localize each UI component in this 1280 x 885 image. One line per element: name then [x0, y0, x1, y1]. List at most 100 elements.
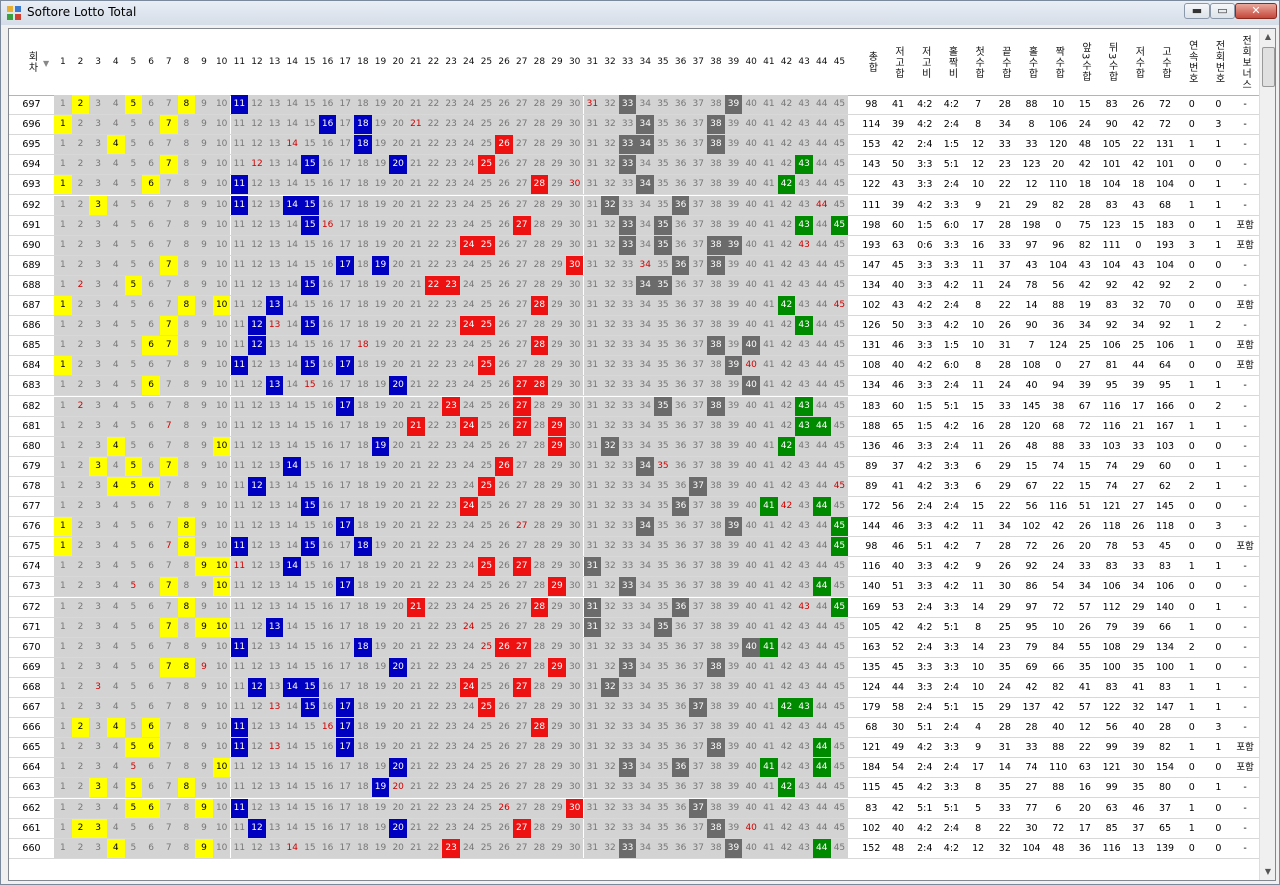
table-row[interactable]: 675 1 2 3 4 5 6 7 8 9 10 11 12 13 14 15 16 17 18 19 20 21 22 23…: [9, 537, 1259, 558]
table-row[interactable]: 660 1 2 3 4 5 6 7 8 9 10 11 12 13 14 15 16 17 18 19 20 21 22 23…: [9, 838, 1259, 859]
table-row[interactable]: 689 1 2 3 4 5 6 7 8 9 10 11 12 13 14 15 16 17 18 19 20 21 22 23…: [9, 255, 1259, 276]
table-row[interactable]: 662 1 2 3 4 5 6 7 8 9 10 11 12 13 14 15 16 17 18 19 20 21 22 23…: [9, 798, 1259, 819]
table-row[interactable]: 697 1 2 3 4 5 6 7 8 9 10 11 12 13 14 15 16 17 18 19 20 21 22 23…: [9, 95, 1259, 115]
table-row[interactable]: 681 1 2 3 4 5 6 7 8 9 10 11 12 13 14 15 16 17 18 19 20 21 22 23…: [9, 416, 1259, 437]
minimize-button[interactable]: ▬: [1184, 3, 1210, 19]
table-row[interactable]: 661 1 2 3 4 5 6 7 8 9 10 11 12 13 14 15 16 17 18 19 20 21 22 23…: [9, 818, 1259, 839]
header-stat[interactable]: 끝수합: [992, 29, 1019, 95]
header-number[interactable]: 32: [601, 29, 619, 95]
header-number[interactable]: 23: [442, 29, 460, 95]
header-number[interactable]: 39: [725, 29, 743, 95]
header-number[interactable]: 40: [742, 29, 760, 95]
table-row[interactable]: 680 1 2 3 4 5 6 7 8 9 10 11 12 13 14 15 16 17 18 19 20 21 22 23…: [9, 436, 1259, 457]
table-row[interactable]: 686 1 2 3 4 5 6 7 8 9 10 11 12 13 14 15 16 17 18 19 20 21 22 23…: [9, 316, 1259, 337]
header-number[interactable]: 44: [813, 29, 831, 95]
header-number[interactable]: 12: [248, 29, 266, 95]
header-number[interactable]: 33: [619, 29, 637, 95]
header-stat[interactable]: 총합: [858, 29, 885, 95]
scroll-up-icon[interactable]: ▲: [1260, 29, 1275, 45]
header-stat[interactable]: 앞3수합: [1072, 29, 1099, 95]
table-row[interactable]: 667 1 2 3 4 5 6 7 8 9 10 11 12 13 14 15 16 17 18 19 20 21 22 23…: [9, 698, 1259, 718]
header-number[interactable]: 1: [54, 29, 72, 95]
table-row[interactable]: 665 1 2 3 4 5 6 7 8 9 10 11 12 13 14 15 16 17 18 19 20 21 22 23…: [9, 738, 1259, 759]
header-number[interactable]: 5: [125, 29, 143, 95]
header-stat[interactable]: 홀수합: [1018, 29, 1045, 95]
header-number[interactable]: 8: [178, 29, 196, 95]
table-row[interactable]: 671 1 2 3 4 5 6 7 8 9 10 11 12 13 14 15 16 17 18 19 20 21 22 23…: [9, 617, 1259, 638]
table-row[interactable]: 679 1 2 3 4 5 6 7 8 9 10 11 12 13 14 15 16 17 18 19 20 21 22 23…: [9, 456, 1259, 477]
header-number[interactable]: 37: [689, 29, 707, 95]
table-row[interactable]: 664 1 2 3 4 5 6 7 8 9 10 11 12 13 14 15 16 17 18 19 20 21 22 23…: [9, 758, 1259, 779]
header-number[interactable]: 28: [531, 29, 549, 95]
header-stat[interactable]: 전회번호: [1205, 29, 1232, 95]
header-number[interactable]: 22: [425, 29, 443, 95]
header-number[interactable]: 42: [778, 29, 796, 95]
header-number[interactable]: 17: [336, 29, 354, 95]
table-row[interactable]: 695 1 2 3 4 5 6 7 8 9 10 11 12 13 14 15 16 17 18 19 20 21 22 23…: [9, 135, 1259, 156]
table-row[interactable]: 670 1 2 3 4 5 6 7 8 9 10 11 12 13 14 15 16 17 18 19 20 21 22 23…: [9, 637, 1259, 658]
scroll-thumb[interactable]: [1262, 47, 1275, 87]
header-number[interactable]: 21: [407, 29, 425, 95]
table-row[interactable]: 673 1 2 3 4 5 6 7 8 9 10 11 12 13 14 15 16 17 18 19 20 21 22 23…: [9, 577, 1259, 598]
header-number[interactable]: 31: [584, 29, 602, 95]
table-row[interactable]: 676 1 2 3 4 5 6 7 8 9 10 11 12 13 14 15 16 17 18 19 20 21 22 23…: [9, 517, 1259, 538]
vertical-scrollbar[interactable]: ▲ ▼: [1259, 29, 1275, 880]
header-number[interactable]: 25: [478, 29, 496, 95]
table-row[interactable]: 668 1 2 3 4 5 6 7 8 9 10 11 12 13 14 15 16 17 18 19 20 21 22 23…: [9, 677, 1259, 698]
table-row[interactable]: 694 1 2 3 4 5 6 7 8 9 10 11 12 13 14 15 16 17 18 19 20 21 22 23…: [9, 155, 1259, 176]
header-number[interactable]: 36: [672, 29, 690, 95]
table-row[interactable]: 692 1 2 3 4 5 6 7 8 9 10 11 12 13 14 15 16 17 18 19 20 21 22 23…: [9, 195, 1259, 216]
header-number[interactable]: 13: [266, 29, 284, 95]
header-number[interactable]: 2: [72, 29, 90, 95]
header-number[interactable]: 35: [654, 29, 672, 95]
header-number[interactable]: 20: [389, 29, 407, 95]
table-row[interactable]: 672 1 2 3 4 5 6 7 8 9 10 11 12 13 14 15 16 17 18 19 20 21 22 23…: [9, 597, 1259, 618]
header-number[interactable]: 16: [319, 29, 337, 95]
header-stat[interactable]: 저수합: [1125, 29, 1152, 95]
table-row[interactable]: 666 1 2 3 4 5 6 7 8 9 10 11 12 13 14 15 16 17 18 19 20 21 22 23…: [9, 718, 1259, 739]
maximize-button[interactable]: ▭: [1210, 3, 1235, 19]
header-stat[interactable]: 전회보너스: [1232, 29, 1259, 95]
table-row[interactable]: 687 1 2 3 4 5 6 7 8 9 10 11 12 13 14 15 16 17 18 19 20 21 22 23…: [9, 296, 1259, 316]
table-row[interactable]: 685 1 2 3 4 5 6 7 8 9 10 11 12 13 14 15 16 17 18 19 20 21 22 23…: [9, 336, 1259, 357]
header-number[interactable]: 45: [831, 29, 849, 95]
table-row[interactable]: 684 1 2 3 4 5 6 7 8 9 10 11 12 13 14 15 16 17 18 19 20 21 22 23…: [9, 356, 1259, 377]
header-number[interactable]: 11: [231, 29, 249, 95]
table-row[interactable]: 690 1 2 3 4 5 6 7 8 9 10 11 12 13 14 15 16 17 18 19 20 21 22 23…: [9, 235, 1259, 256]
header-number[interactable]: 15: [301, 29, 319, 95]
table-row[interactable]: 691 1 2 3 4 5 6 7 8 9 10 11 12 13 14 15 16 17 18 19 20 21 22 23…: [9, 215, 1259, 236]
header-stat[interactable]: 저고합: [885, 29, 912, 95]
header-number[interactable]: 29: [548, 29, 566, 95]
header-number[interactable]: 18: [354, 29, 372, 95]
header-stat[interactable]: 첫수합: [965, 29, 992, 95]
header-stat[interactable]: 연속번호: [1178, 29, 1205, 95]
header-number[interactable]: 34: [636, 29, 654, 95]
header-number[interactable]: 4: [107, 29, 125, 95]
header-number[interactable]: 26: [495, 29, 513, 95]
lotto-data-grid[interactable]: 회차 ▼ 1 2 3 4 5 6 7 8 9 10 11 12 13 14 15 16 17 18 19 20 21 22 23…: [8, 28, 1276, 881]
close-button[interactable]: ✕: [1235, 3, 1277, 19]
header-number[interactable]: 3: [89, 29, 107, 95]
header-number[interactable]: 14: [283, 29, 301, 95]
table-row[interactable]: 688 1 2 3 4 5 6 7 8 9 10 11 12 13 14 15 16 17 18 19 20 21 22 23…: [9, 275, 1259, 296]
header-number[interactable]: 27: [513, 29, 531, 95]
scroll-down-icon[interactable]: ▼: [1260, 864, 1275, 880]
header-number[interactable]: 24: [460, 29, 478, 95]
header-number[interactable]: 43: [795, 29, 813, 95]
header-number[interactable]: 6: [142, 29, 160, 95]
header-number[interactable]: 9: [195, 29, 213, 95]
table-row[interactable]: 663 1 2 3 4 5 6 7 8 9 10 11 12 13 14 15 16 17 18 19 20 21 22 23…: [9, 778, 1259, 799]
header-stat[interactable]: 홀짝비: [938, 29, 965, 95]
header-number[interactable]: 30: [566, 29, 584, 95]
table-row[interactable]: 669 1 2 3 4 5 6 7 8 9 10 11 12 13 14 15 16 17 18 19 20 21 22 23…: [9, 657, 1259, 678]
table-row[interactable]: 683 1 2 3 4 5 6 7 8 9 10 11 12 13 14 15 16 17 18 19 20 21 22 23…: [9, 376, 1259, 397]
header-stat[interactable]: 짝수합: [1045, 29, 1072, 95]
table-row[interactable]: 693 1 2 3 4 5 6 7 8 9 10 11 12 13 14 15 16 17 18 19 20 21 22 23…: [9, 175, 1259, 196]
header-number[interactable]: 19: [372, 29, 390, 95]
header-stat[interactable]: 고수합: [1152, 29, 1179, 95]
title-bar[interactable]: Softore Lotto Total ▬ ▭ ✕: [1, 1, 1279, 25]
header-number[interactable]: 38: [707, 29, 725, 95]
header-number[interactable]: 7: [160, 29, 178, 95]
table-row[interactable]: 674 1 2 3 4 5 6 7 8 9 10 11 12 13 14 15 16 17 18 19 20 21 22 23…: [9, 557, 1259, 578]
header-number[interactable]: 10: [213, 29, 231, 95]
